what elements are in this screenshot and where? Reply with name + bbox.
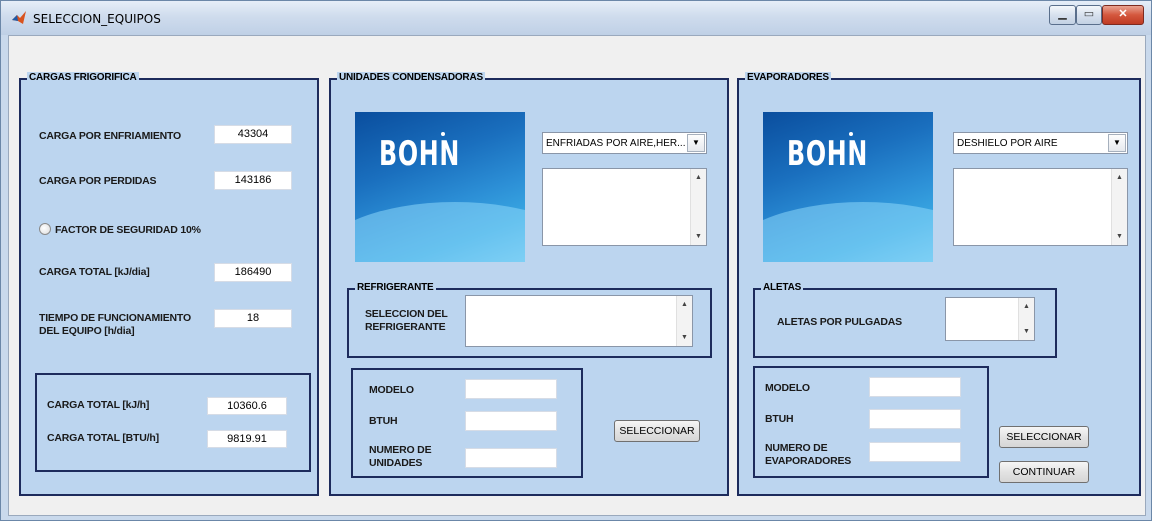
numero-evaporadores-label-2: EVAPORADORES — [765, 455, 852, 467]
btuh-label: BTUH — [369, 415, 398, 427]
bohn-logo-evaporadores: BOHN — [763, 112, 933, 262]
evap-modelo-field[interactable] — [869, 377, 961, 397]
scroll-up-icon[interactable]: ▲ — [1112, 170, 1127, 185]
cargas-panel-title: CARGAS FRIGORIFICA — [27, 72, 139, 83]
cargas-panel: CARGAS FRIGORIFICA CARGA POR ENFRIAMIENT… — [19, 72, 319, 496]
aletas-scrollbar[interactable]: ▲ ▼ — [1018, 298, 1034, 340]
factor-seguridad-radio[interactable] — [39, 223, 51, 235]
carga-total-kjh-label: CARGA TOTAL [kJ/h] — [47, 399, 150, 411]
tiempo-funcionamiento-field[interactable]: 18 — [214, 309, 292, 328]
unidades-panel-title: UNIDADES CONDENSADORAS — [337, 72, 485, 83]
carga-perdidas-label: CARGA POR PERDIDAS — [39, 175, 157, 187]
numero-unidades-label-1: NUMERO DE — [369, 444, 432, 456]
app-window: SELECCION_EQUIPOS ▁ ▭ ✕ CARGAS FRIGORIFI… — [0, 0, 1152, 521]
evaporadores-panel-title: EVAPORADORES — [745, 72, 831, 83]
refrigerante-subpanel: REFRIGERANTE SELECCION DEL REFRIGERANTE … — [347, 282, 712, 358]
evap-btuh-field[interactable] — [869, 409, 961, 429]
condensadora-listbox[interactable]: ▲ ▼ — [542, 168, 707, 246]
carga-total-kjh-field[interactable]: 10360.6 — [207, 397, 287, 415]
bohn-logo-condensadoras: BOHN — [355, 112, 525, 262]
continuar-button[interactable]: CONTINUAR — [999, 461, 1089, 483]
numero-unidades-label-2: UNIDADES — [369, 457, 423, 469]
evaporadores-panel: EVAPORADORES BOHN DESHIELO POR AIRE ▼ ▲ … — [737, 72, 1141, 496]
evaporador-resultado-subpanel: MODELO BTUH NUMERO DE EVAPORADORES — [753, 366, 989, 478]
window-title: SELECCION_EQUIPOS — [33, 12, 161, 26]
figure-area: CARGAS FRIGORIFICA CARGA POR ENFRIAMIENT… — [8, 35, 1146, 516]
btuh-field[interactable] — [465, 411, 557, 431]
factor-seguridad-label: FACTOR DE SEGURIDAD 10% — [55, 224, 201, 236]
scroll-up-icon[interactable]: ▲ — [1019, 299, 1034, 314]
carga-total-dia-label: CARGA TOTAL [kJ/dia] — [39, 266, 150, 278]
aletas-listbox[interactable]: ▲ ▼ — [945, 297, 1035, 341]
matlab-icon — [12, 11, 26, 24]
carga-total-dia-field[interactable]: 186490 — [214, 263, 292, 282]
condensadora-tipo-dropdown[interactable]: ENFRIADAS POR AIRE,HER... ▼ — [542, 132, 707, 154]
tiempo-funcionamiento-label-2: DEL EQUIPO [h/dia] — [39, 325, 135, 337]
chevron-down-icon[interactable]: ▼ — [687, 134, 705, 152]
carga-enfriamiento-label: CARGA POR ENFRIAMIENTO — [39, 130, 182, 142]
carga-total-btu-field[interactable]: 9819.91 — [207, 430, 287, 448]
evap-btuh-label: BTUH — [765, 413, 794, 425]
numero-evaporadores-field[interactable] — [869, 442, 961, 462]
evaporador-scrollbar[interactable]: ▲ ▼ — [1111, 169, 1127, 245]
seleccion-refrigerante-label-1: SELECCION DEL — [365, 308, 448, 320]
scroll-up-icon[interactable]: ▲ — [677, 297, 692, 312]
condensadora-resultado-subpanel: MODELO BTUH NUMERO DE UNIDADES — [351, 368, 583, 478]
seleccionar-condensadora-button[interactable]: SELECCIONAR — [614, 420, 700, 442]
carga-total-btu-label: CARGA TOTAL [BTU/h] — [47, 432, 159, 444]
refrigerante-listbox[interactable]: ▲ ▼ — [465, 295, 693, 347]
condensadora-tipo-value: ENFRIADAS POR AIRE,HER... — [546, 138, 686, 149]
condensadora-scrollbar[interactable]: ▲ ▼ — [690, 169, 706, 245]
seleccionar-evaporador-button[interactable]: SELECCIONAR — [999, 426, 1089, 448]
carga-perdidas-field[interactable]: 143186 — [214, 171, 292, 190]
title-bar[interactable]: SELECCION_EQUIPOS ▁ ▭ ✕ — [1, 1, 1151, 35]
scroll-up-icon[interactable]: ▲ — [691, 170, 706, 185]
aletas-subpanel: ALETAS ALETAS POR PULGADAS ▲ ▼ — [753, 282, 1057, 358]
modelo-field[interactable] — [465, 379, 557, 399]
carga-enfriamiento-field[interactable]: 43304 — [214, 125, 292, 144]
aletas-subpanel-title: ALETAS — [761, 282, 804, 293]
seleccion-refrigerante-label-2: REFRIGERANTE — [365, 321, 446, 333]
close-button[interactable]: ✕ — [1102, 5, 1144, 25]
numero-unidades-field[interactable] — [465, 448, 557, 468]
carga-total-subpanel: CARGA TOTAL [kJ/h] 10360.6 CARGA TOTAL [… — [35, 373, 311, 472]
scroll-down-icon[interactable]: ▼ — [691, 229, 706, 244]
chevron-down-icon[interactable]: ▼ — [1108, 134, 1126, 152]
refrigerante-scrollbar[interactable]: ▲ ▼ — [676, 296, 692, 346]
refrigerante-subpanel-title: REFRIGERANTE — [355, 282, 436, 293]
scroll-down-icon[interactable]: ▼ — [1019, 324, 1034, 339]
minimize-button[interactable]: ▁ — [1049, 5, 1076, 25]
aletas-por-pulgadas-label: ALETAS POR PULGADAS — [777, 316, 902, 328]
evaporador-tipo-dropdown[interactable]: DESHIELO POR AIRE ▼ — [953, 132, 1128, 154]
tiempo-funcionamiento-label-1: TIEMPO DE FUNCIONAMIENTO — [39, 312, 191, 324]
evaporador-tipo-value: DESHIELO POR AIRE — [957, 138, 1058, 149]
maximize-button[interactable]: ▭ — [1076, 5, 1102, 25]
scroll-down-icon[interactable]: ▼ — [677, 330, 692, 345]
evap-modelo-label: MODELO — [765, 382, 810, 394]
numero-evaporadores-label-1: NUMERO DE — [765, 442, 828, 454]
evaporador-listbox[interactable]: ▲ ▼ — [953, 168, 1128, 246]
unidades-panel: UNIDADES CONDENSADORAS BOHN ENFRIADAS PO… — [329, 72, 729, 496]
scroll-down-icon[interactable]: ▼ — [1112, 229, 1127, 244]
modelo-label: MODELO — [369, 384, 414, 396]
